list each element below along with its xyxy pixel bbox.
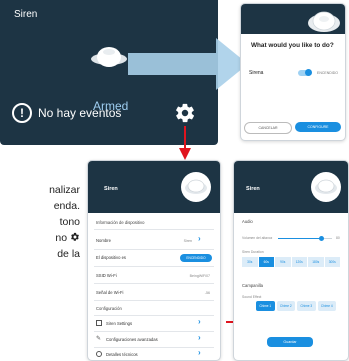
sound-option[interactable]: Chime 4 — [317, 301, 336, 311]
section-chime: Campanilla — [242, 283, 263, 288]
sound-option[interactable]: Chime 2 — [276, 301, 295, 311]
divider — [94, 266, 214, 267]
screen-title: Siren — [246, 186, 260, 192]
cancel-button[interactable]: CANCELAR — [244, 122, 292, 134]
dialog-state-label: ENCENDIDO — [317, 71, 339, 75]
sound-option[interactable]: Chime 3 — [297, 301, 316, 311]
settings-icon — [96, 320, 102, 326]
siren-toggle-knob[interactable] — [305, 69, 312, 76]
chevron-right-icon[interactable]: › — [198, 317, 201, 326]
device-info-screen: Siren Información de dispositivo Nombre … — [87, 160, 221, 361]
instruction-line: de la — [57, 248, 80, 260]
chevron-right-icon[interactable]: › — [198, 234, 201, 243]
volume-slider-knob[interactable] — [318, 236, 324, 241]
info-icon — [96, 351, 102, 357]
section-config: Configuración — [96, 306, 122, 311]
wrench-icon: ✎ — [96, 336, 102, 342]
volume-fill — [278, 238, 322, 239]
flow-arrow-down-icon — [179, 126, 191, 160]
chevron-right-icon[interactable]: › — [198, 333, 201, 342]
dialog-question: What would you like to do? — [251, 42, 334, 49]
siren-device-icon — [311, 172, 341, 202]
divider — [94, 347, 214, 348]
tile-title: Siren — [14, 9, 38, 20]
advanced-settings-label: Configuraciones avanzadas — [106, 337, 158, 342]
siren-settings-label: Siren Settings — [106, 321, 133, 326]
siren-device-icon — [181, 172, 211, 202]
duration-option[interactable]: 300s — [324, 257, 340, 267]
screen-title: Siren — [104, 186, 118, 192]
instruction-line: enda. — [53, 200, 80, 212]
row-signal-value: -56 — [204, 291, 210, 295]
section-audio: Audio — [242, 219, 253, 224]
row-ssid-label: SSID Wi-Fi — [96, 273, 117, 278]
instruction-line: no — [0, 230, 80, 246]
siren-device-icon — [308, 11, 340, 32]
volume-label: Volumen del altavoz — [242, 236, 273, 240]
divider — [94, 331, 214, 332]
configure-button[interactable]: CONFIGURE — [295, 122, 341, 132]
siren-settings-screen: Siren Audio Volumen del altavoz 80 Siren… — [233, 160, 349, 361]
flow-arrow-right-icon — [128, 38, 248, 90]
volume-value: 80 — [336, 236, 340, 240]
instruction-text: nalizar enda. tono no de la — [0, 182, 80, 262]
row-ssid-value: BeingWiFi07 — [189, 274, 210, 278]
duration-options: 30s 60s 90s 120s 180s 300s — [242, 257, 340, 267]
duration-label: Siren Duration — [242, 250, 264, 254]
siren-device-icon — [91, 47, 127, 67]
device-on-badge[interactable]: ENCENDIDO — [180, 254, 212, 262]
armed-label: Armed — [93, 99, 129, 113]
chevron-right-icon[interactable]: › — [198, 348, 201, 357]
dialog-siren-label: Sirena — [249, 70, 264, 76]
row-name-label: Nombre — [96, 238, 111, 243]
sound-label: Sound Effect — [242, 295, 262, 299]
divider — [94, 249, 214, 250]
duration-option[interactable]: 180s — [308, 257, 324, 267]
gear-icon[interactable] — [174, 102, 196, 124]
duration-option[interactable]: 60s — [258, 257, 274, 267]
sound-option[interactable]: Chime 1 — [256, 301, 275, 311]
gear-icon — [71, 232, 79, 241]
info-icon[interactable]: ! — [12, 103, 32, 123]
dialog-screen: What would you like to do? Sirena ENCEND… — [240, 3, 346, 141]
instruction-line: tono — [59, 216, 80, 228]
divider — [94, 229, 214, 230]
instruction-line: nalizar — [49, 184, 80, 196]
sound-options: Chime 1 Chime 2 Chime 3 Chime 4 — [256, 301, 336, 311]
tech-details-label: Detalles técnicos — [106, 352, 138, 357]
duration-option[interactable]: 120s — [291, 257, 307, 267]
section-device-info: Información de dispositivo — [96, 220, 145, 225]
row-signal-label: Señal de Wi-Fi — [96, 290, 124, 295]
row-device-label: El dispositivo es — [96, 255, 127, 260]
divider — [94, 300, 214, 301]
duration-option[interactable]: 30s — [242, 257, 258, 267]
row-name-value: Siren — [183, 239, 192, 243]
divider — [94, 315, 214, 316]
divider — [94, 283, 214, 284]
duration-option[interactable]: 90s — [275, 257, 291, 267]
save-button[interactable]: Guardar — [267, 337, 313, 347]
